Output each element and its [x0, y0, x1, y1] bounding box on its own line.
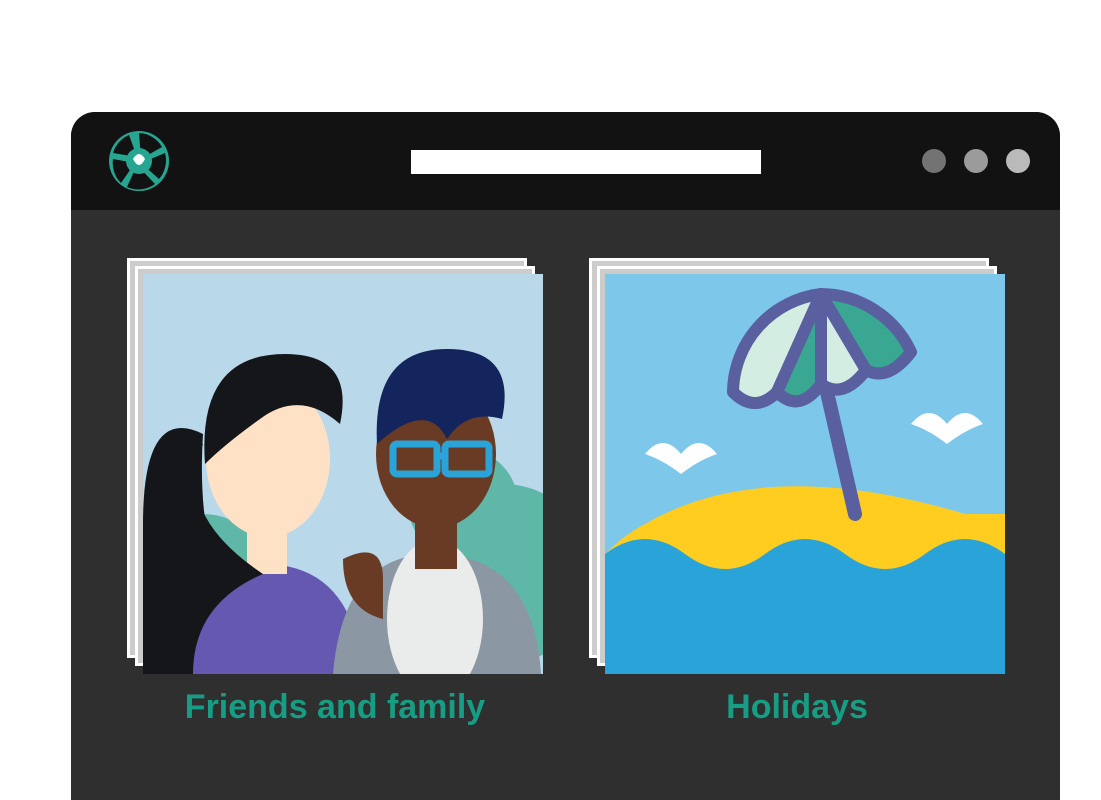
album-stack — [127, 258, 543, 674]
album-label: Holidays — [726, 688, 868, 727]
beach-illustration-icon — [605, 274, 1005, 674]
title-bar — [71, 112, 1060, 210]
album-stack — [589, 258, 1005, 674]
window-control-max-icon[interactable] — [964, 149, 988, 173]
album-friends-and-family[interactable]: Friends and family — [127, 258, 543, 727]
album-label: Friends and family — [185, 688, 485, 727]
app-window: Friends and family — [71, 112, 1060, 800]
aperture-logo-icon — [107, 129, 171, 193]
album-holidays[interactable]: Holidays — [589, 258, 1005, 727]
album-cover — [143, 274, 543, 674]
search-input[interactable] — [411, 150, 761, 174]
window-control-close-icon[interactable] — [1006, 149, 1030, 173]
album-cover — [605, 274, 1005, 674]
people-illustration-icon — [143, 274, 543, 674]
albums-grid: Friends and family — [71, 210, 1060, 727]
window-control-min-icon[interactable] — [922, 149, 946, 173]
window-controls — [922, 149, 1030, 173]
